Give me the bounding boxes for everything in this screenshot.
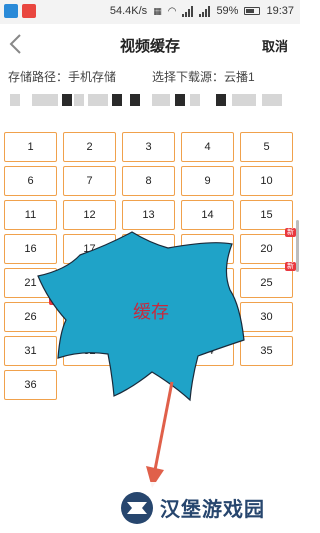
episode-cell[interactable]: 14 bbox=[181, 200, 234, 230]
episode-label: 8 bbox=[145, 175, 152, 187]
episode-label: 26 bbox=[24, 311, 37, 323]
episode-cell[interactable]: 29 bbox=[181, 302, 234, 332]
episode-cell[interactable]: 30 bbox=[240, 302, 293, 332]
signal-icon-2 bbox=[199, 5, 211, 17]
episode-cell[interactable]: 16 bbox=[4, 234, 57, 264]
episode-label: 24 bbox=[201, 277, 214, 289]
episode-label: 1 bbox=[27, 141, 34, 153]
episode-cell[interactable]: 32 bbox=[63, 336, 116, 366]
download-source[interactable]: 选择下载源：云播1 bbox=[152, 68, 255, 85]
episode-cell[interactable]: 21 bbox=[4, 268, 57, 298]
info-row: 存储路径：手机存储 选择下载源：云播1 bbox=[8, 68, 292, 84]
episode-label: 29 bbox=[201, 311, 214, 323]
sim-icon: ▦ bbox=[153, 5, 162, 16]
episode-cell[interactable]: 35 bbox=[240, 336, 293, 366]
episode-label: 4 bbox=[204, 141, 211, 153]
episode-cell[interactable]: 25 新 bbox=[240, 262, 296, 298]
episode-cell[interactable]: 3 bbox=[122, 132, 175, 162]
episode-cell[interactable]: 13 bbox=[122, 200, 175, 230]
new-badge: 新 bbox=[49, 296, 60, 305]
episode-label: 13 bbox=[142, 209, 155, 221]
episode-label: 7 bbox=[86, 175, 93, 187]
episode-cell[interactable]: 10 bbox=[240, 166, 293, 196]
network-speed: 54.4K/s bbox=[109, 5, 148, 17]
episode-label: 2 bbox=[86, 141, 93, 153]
episode-cell[interactable]: 9 bbox=[181, 166, 234, 196]
episode-label: 23 bbox=[142, 277, 155, 289]
episode-label: 3 bbox=[145, 141, 152, 153]
storage-path[interactable]: 存储路径：手机存储 bbox=[8, 68, 116, 85]
episode-cell[interactable]: 2 bbox=[63, 132, 116, 162]
episode-cell[interactable]: 33 bbox=[122, 336, 175, 366]
watermark-logo-icon bbox=[121, 491, 153, 524]
episode-cell[interactable]: 17 bbox=[63, 234, 116, 264]
episode-label: 30 bbox=[260, 311, 273, 323]
episode-cell[interactable]: 18 bbox=[122, 234, 175, 264]
episode-label: 18 bbox=[142, 243, 155, 255]
cache-label: 缓存 bbox=[133, 302, 169, 322]
episode-cell[interactable]: 4 bbox=[181, 132, 234, 162]
new-badge: 新 bbox=[285, 262, 296, 271]
episode-label: 11 bbox=[24, 209, 37, 221]
episode-cell[interactable]: 24 bbox=[181, 268, 234, 298]
episode-label: 9 bbox=[204, 175, 211, 187]
wifi-icon: ◠ bbox=[167, 5, 177, 17]
episode-cell[interactable]: 19 bbox=[181, 234, 234, 264]
episode-cell[interactable]: 8 bbox=[122, 166, 175, 196]
qq-icon bbox=[4, 4, 18, 18]
episode-label: 33 bbox=[142, 345, 155, 357]
episode-cell[interactable]: 7 bbox=[63, 166, 116, 196]
episode-cell[interactable]: 15 bbox=[240, 200, 293, 230]
annotation-arrow-line bbox=[153, 381, 174, 471]
episode-cell[interactable]: 34 bbox=[181, 336, 234, 366]
header: 视频缓存 取消 bbox=[0, 24, 300, 64]
episode-cell[interactable]: 11 bbox=[4, 200, 57, 230]
episode-label: 15 bbox=[260, 209, 273, 221]
episode-cell[interactable]: 20 新 bbox=[240, 228, 296, 264]
episode-label: 32 bbox=[83, 345, 96, 357]
watermark-text: 汉堡游戏园 bbox=[160, 499, 265, 521]
new-badge: 新 bbox=[285, 228, 296, 237]
episode-label: 34 bbox=[201, 345, 214, 357]
episode-label: 6 bbox=[27, 175, 34, 187]
page-title: 视频缓存 bbox=[119, 38, 180, 55]
scrollbar[interactable] bbox=[296, 220, 299, 272]
episode-label: 14 bbox=[201, 209, 214, 221]
episode-cell[interactable]: 26 新 bbox=[4, 296, 60, 332]
episode-cell[interactable]: 31 bbox=[4, 336, 57, 366]
battery-icon bbox=[244, 7, 261, 15]
episode-label: 25 bbox=[260, 277, 273, 289]
photo-icon bbox=[22, 4, 36, 18]
signal-icon bbox=[182, 5, 194, 17]
notification-icons bbox=[4, 4, 36, 18]
episode-cell[interactable]: 12 bbox=[63, 200, 116, 230]
status-bar: 54.4K/s ▦ ◠ 59% 19:37 bbox=[0, 0, 300, 24]
status-right: 54.4K/s ▦ ◠ 59% 19:37 bbox=[110, 5, 294, 17]
episode-cell[interactable]: 23 bbox=[122, 268, 175, 298]
episode-label: 35 bbox=[260, 345, 273, 357]
episode-label: 27 bbox=[83, 311, 96, 323]
watermark: 汉堡游戏园 bbox=[98, 482, 300, 533]
episode-label: 20 bbox=[260, 243, 273, 255]
episode-cell[interactable]: 5 bbox=[240, 132, 293, 162]
clock: 19:37 bbox=[266, 5, 294, 17]
episode-label: 17 bbox=[83, 243, 96, 255]
episode-cell[interactable]: 1 bbox=[4, 132, 57, 162]
battery-percent: 59% bbox=[216, 5, 239, 17]
episode-cell[interactable]: 27 bbox=[63, 302, 116, 332]
blurred-content bbox=[10, 94, 290, 110]
episode-cell[interactable]: 22 bbox=[63, 268, 116, 298]
episode-label: 16 bbox=[24, 243, 37, 255]
episode-cell[interactable]: 36 bbox=[4, 370, 57, 400]
episode-cell[interactable]: 6 bbox=[4, 166, 57, 196]
episode-label: 5 bbox=[263, 141, 270, 153]
episode-label: 12 bbox=[83, 209, 96, 221]
episode-label: 19 bbox=[201, 243, 214, 255]
episode-label: 21 bbox=[24, 277, 37, 289]
episode-label: 31 bbox=[24, 345, 37, 357]
episode-label: 10 bbox=[260, 175, 273, 187]
episode-label: 36 bbox=[24, 379, 37, 391]
cancel-button[interactable]: 取消 bbox=[262, 36, 288, 55]
episode-label: 22 bbox=[83, 277, 96, 289]
